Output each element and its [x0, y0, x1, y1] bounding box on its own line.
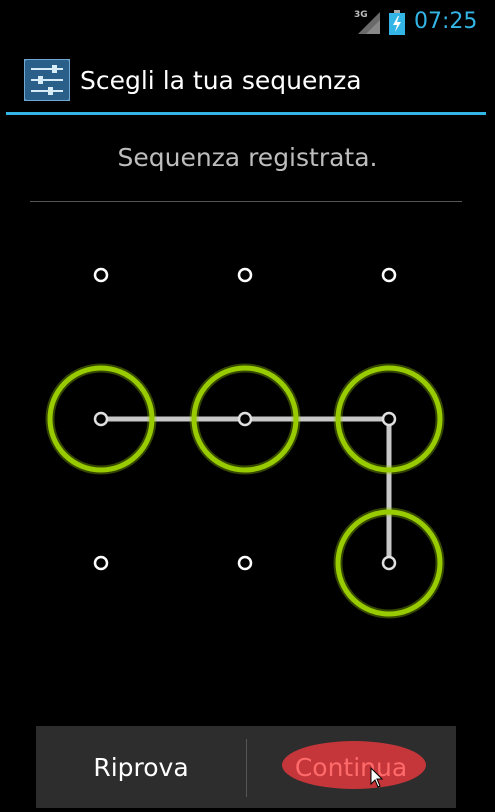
pattern-dot[interactable]	[381, 411, 397, 427]
settings-icon[interactable]	[24, 59, 70, 101]
pattern-dot[interactable]	[381, 267, 397, 283]
retry-button[interactable]: Riprova	[36, 726, 246, 808]
mouse-cursor-icon	[370, 767, 384, 788]
signal-bars-icon	[358, 12, 380, 34]
pattern-dot[interactable]	[93, 411, 109, 427]
page-title: Scegli la tua sequenza	[80, 66, 362, 95]
pattern-rings	[45, 363, 445, 619]
pattern-dot[interactable]	[237, 555, 253, 571]
action-bar: Scegli la tua sequenza	[0, 44, 495, 116]
continue-button[interactable]: Continua	[246, 726, 456, 808]
battery-charging-icon	[389, 10, 405, 35]
clock: 07:25	[414, 9, 478, 34]
signal-icon: 3G	[354, 10, 380, 34]
status-bar: 3G 07:25	[0, 0, 495, 44]
divider	[30, 201, 462, 202]
pattern-dot[interactable]	[237, 267, 253, 283]
pattern-status-message: Sequenza registrata.	[117, 143, 378, 172]
pattern-dot[interactable]	[93, 555, 109, 571]
pattern-dot[interactable]	[93, 267, 109, 283]
pattern-dot[interactable]	[237, 411, 253, 427]
pattern-dot[interactable]	[381, 555, 397, 571]
action-bar-underline	[6, 112, 486, 115]
pattern-lock-grid[interactable]	[0, 210, 495, 710]
